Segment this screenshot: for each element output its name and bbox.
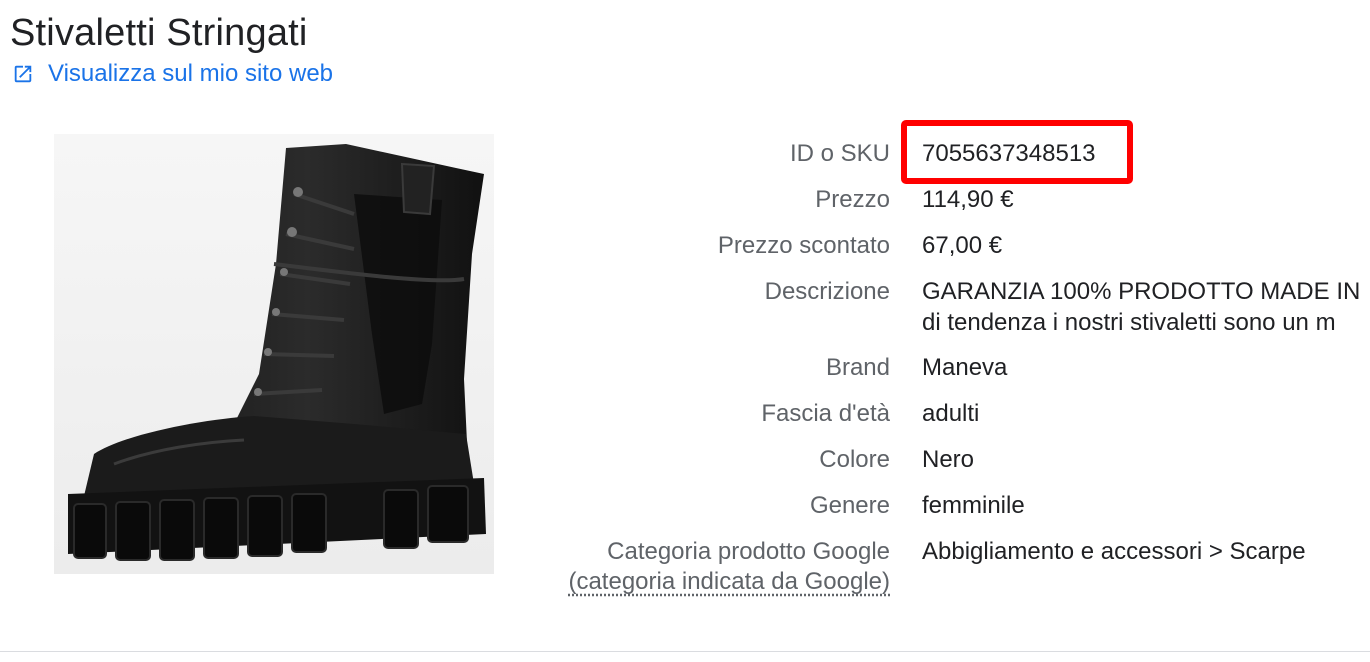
color-value: Nero xyxy=(922,446,975,473)
product-details: ID o SKU 7055637348513 Prezzo 114,90 € P… xyxy=(0,0,1370,662)
brand-label: Brand xyxy=(825,354,890,381)
age-group-label: Fascia d'età xyxy=(761,400,890,427)
sku-label: ID o SKU xyxy=(789,140,890,167)
age-group-value: adulti xyxy=(922,400,980,427)
price-label: Prezzo xyxy=(815,186,890,213)
google-category-label: Categoria prodotto Google xyxy=(607,538,890,565)
gender-label: Genere xyxy=(809,492,890,519)
price-value: 114,90 € xyxy=(922,186,1014,213)
sale-price-label: Prezzo scontato xyxy=(717,232,890,259)
description-line-1: GARANZIA 100% PRODOTTO MADE IN xyxy=(922,278,1361,305)
description-line-2: di tendenza i nostri stivaletti sono un … xyxy=(922,309,1336,336)
product-detail-page: Stivaletti Stringati Visualizza sul mio … xyxy=(0,0,1370,662)
sku-value: 7055637348513 xyxy=(922,140,1096,167)
description-label: Descrizione xyxy=(764,278,890,305)
color-label: Colore xyxy=(819,446,890,473)
google-category-value: Abbigliamento e accessori > Scarpe xyxy=(922,538,1306,565)
sale-price-value: 67,00 € xyxy=(922,232,1003,259)
brand-value: Maneva xyxy=(922,354,1008,381)
gender-value: femminile xyxy=(922,492,1025,519)
bottom-divider xyxy=(0,651,1370,652)
google-category-sublabel[interactable]: (categoria indicata da Google) xyxy=(568,568,890,596)
